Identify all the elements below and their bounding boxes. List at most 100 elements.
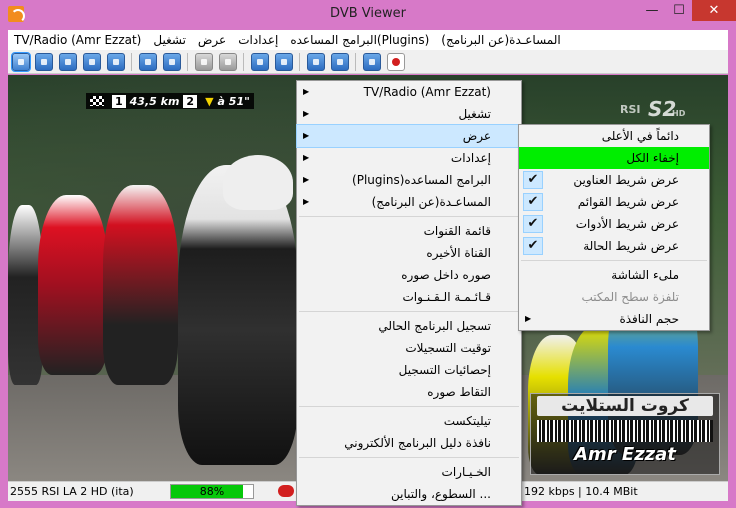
context-menu-item[interactable]: المساعـدة(عن البرنامج) ▶ xyxy=(297,191,521,213)
context-menu-item-label: قائمة القنوات xyxy=(423,224,491,238)
tv-icon[interactable] xyxy=(59,53,77,71)
watermark-name: Amr Ezzat xyxy=(574,444,676,465)
video-rider xyxy=(38,195,108,375)
context-menu-item-label: تيليتكست xyxy=(443,414,491,428)
view-submenu-item[interactable]: عرض شريط القوائم ✔ xyxy=(519,191,709,213)
favorites-icon[interactable] xyxy=(219,53,237,71)
prev-channel-icon[interactable] xyxy=(139,53,157,71)
tools-icon[interactable] xyxy=(331,53,349,71)
context-menu-item[interactable]: TV/Radio (Amr Ezzat) ▶ xyxy=(297,81,521,103)
osd-stage-number: 1 xyxy=(112,94,126,108)
context-menu-item[interactable]: إحصائيات التسجيل xyxy=(297,359,521,381)
menu-settings[interactable]: إعدادات xyxy=(232,33,284,47)
context-menu-item[interactable]: إعدادات ▶ xyxy=(297,147,521,169)
yellow-jersey-icon: ▼ xyxy=(205,94,214,108)
context-menu-item-label: إحصائيات التسجيل xyxy=(398,363,491,377)
status-channel: 2555 RSI LA 2 HD (ita) xyxy=(10,485,134,498)
maximize-button[interactable]: ☐ xyxy=(666,0,692,21)
context-menu-item[interactable]: تسجيل البرنامج الحالي xyxy=(297,315,521,337)
submenu-arrow-icon: ▶ xyxy=(303,109,310,118)
view-submenu-item[interactable]: حجم النافذة ▶ xyxy=(519,308,709,330)
osd-gap: à 51" xyxy=(217,94,250,108)
menu-view[interactable]: عرض xyxy=(192,33,232,47)
context-menu-item-label: التقاط صوره xyxy=(427,385,491,399)
context-menu-item-label: تسجيل البرنامج الحالي xyxy=(378,319,491,333)
video-rider xyxy=(103,185,178,385)
context-menu-item-label: توقيت التسجيلات xyxy=(405,341,491,355)
view-submenu-item-label: حجم النافذة xyxy=(619,312,679,326)
menu-help[interactable]: المساعـدة(عن البرنامج) xyxy=(435,33,566,47)
back-icon[interactable] xyxy=(251,53,269,71)
osd-distance: 43,5 km xyxy=(129,94,180,108)
context-menu-item-label: قـائـمـة الـقـنـوات xyxy=(402,290,491,304)
toolbar-separator xyxy=(131,53,132,71)
signal-progress: 88% xyxy=(170,484,254,499)
menu-bar: TV/Radio (Amr Ezzat) تشغيل عرض إعدادات ا… xyxy=(8,30,728,50)
close-button[interactable]: ✕ xyxy=(692,0,736,21)
menu-separator xyxy=(521,260,707,261)
context-menu-item-label: القناة الأخيره xyxy=(426,246,491,260)
forward-icon[interactable] xyxy=(275,53,293,71)
status-bitrate: 192 kbps | 10.4 MBit xyxy=(524,485,638,498)
minimize-button[interactable]: — xyxy=(638,0,666,21)
record-icon[interactable] xyxy=(387,53,405,71)
list-icon[interactable] xyxy=(83,53,101,71)
channel-logo-hd: HD xyxy=(672,109,686,118)
epg-icon[interactable] xyxy=(107,53,125,71)
toolbar-separator xyxy=(243,53,244,71)
submenu-arrow-icon: ▶ xyxy=(303,87,310,96)
move-icon[interactable] xyxy=(35,53,53,71)
title-bar[interactable]: DVB Viewer — ☐ ✕ xyxy=(0,0,736,30)
context-menu-item-label: المساعـدة(عن البرنامج) xyxy=(371,195,491,209)
view-submenu-item[interactable]: عرض شريط العناوين ✔ xyxy=(519,169,709,191)
fullscreen-icon[interactable] xyxy=(11,52,31,72)
context-menu-item-label: الخـيـارات xyxy=(441,465,491,479)
context-menu-item[interactable]: عرض ▶ xyxy=(296,124,522,148)
view-submenu: دائماً في الأعلى إخفاء الكل عرض شريط العنا… xyxy=(518,124,710,331)
channel-list-icon[interactable] xyxy=(307,53,325,71)
watermark-title: كروت الستلايت xyxy=(537,396,713,416)
video-rider-helmet xyxy=(223,155,293,210)
submenu-arrow-icon: ▶ xyxy=(303,175,310,184)
checkmark-icon: ✔ xyxy=(523,193,543,211)
view-submenu-item[interactable]: تلفزة سطح المكتب xyxy=(519,286,709,308)
context-menu-item[interactable]: توقيت التسجيلات xyxy=(297,337,521,359)
recording-indicator-icon xyxy=(278,485,294,497)
context-menu-item[interactable]: القناة الأخيره xyxy=(297,242,521,264)
view-submenu-item-label: إخفاء الكل xyxy=(626,151,679,165)
context-menu-item[interactable]: التقاط صوره xyxy=(297,381,521,403)
context-menu-item[interactable]: البرامج المساعده(Plugins) ▶ xyxy=(297,169,521,191)
context-menu-item[interactable]: قائمة القنوات xyxy=(297,220,521,242)
toolbar xyxy=(8,50,728,74)
menu-tv-radio[interactable]: TV/Radio (Amr Ezzat) xyxy=(8,33,147,47)
toolbar-separator xyxy=(355,53,356,71)
view-submenu-item-label: دائماً في الأعلى xyxy=(601,129,679,143)
context-menu-item[interactable]: الخـيـارات xyxy=(297,461,521,483)
menu-play[interactable]: تشغيل xyxy=(147,33,192,47)
menu-separator xyxy=(299,216,519,217)
view-submenu-item[interactable]: عرض شريط الأدوات ✔ xyxy=(519,213,709,235)
context-menu-item-label: صوره داخل صوره xyxy=(401,268,491,282)
record-settings-icon[interactable] xyxy=(195,53,213,71)
context-menu-item[interactable]: صوره داخل صوره xyxy=(297,264,521,286)
view-submenu-item[interactable]: دائماً في الأعلى xyxy=(519,125,709,147)
info-icon[interactable] xyxy=(363,53,381,71)
view-submenu-item[interactable]: ملىء الشاشة xyxy=(519,264,709,286)
view-submenu-item[interactable]: عرض شريط الحالة ✔ xyxy=(519,235,709,257)
checkmark-icon: ✔ xyxy=(523,237,543,255)
context-menu-item-label: ... السطوع، والتباين xyxy=(390,487,491,501)
context-menu-item[interactable]: تشغيل ▶ xyxy=(297,103,521,125)
context-menu-item[interactable]: قـائـمـة الـقـنـوات xyxy=(297,286,521,308)
next-channel-icon[interactable] xyxy=(163,53,181,71)
toolbar-separator xyxy=(299,53,300,71)
context-menu-item[interactable]: نافذة دليل البرنامج الألكتروني xyxy=(297,432,521,454)
checkered-flag-icon xyxy=(90,96,104,106)
context-menu-item-label: تشغيل xyxy=(458,107,491,121)
context-menu-item[interactable]: ... السطوع، والتباين xyxy=(297,483,521,505)
view-submenu-item-label: عرض شريط الحالة xyxy=(583,239,679,253)
context-menu-item[interactable]: تيليتكست xyxy=(297,410,521,432)
context-menu: TV/Radio (Amr Ezzat) ▶ تشغيل ▶ عرض ▶ إعدادات ▶ ا… xyxy=(296,80,522,506)
menu-plugins[interactable]: البرامج المساعده(Plugins) xyxy=(284,33,435,47)
watermark-logo: كروت الستلايت Amr Ezzat xyxy=(530,393,720,475)
view-submenu-item[interactable]: إخفاء الكل xyxy=(519,147,709,169)
